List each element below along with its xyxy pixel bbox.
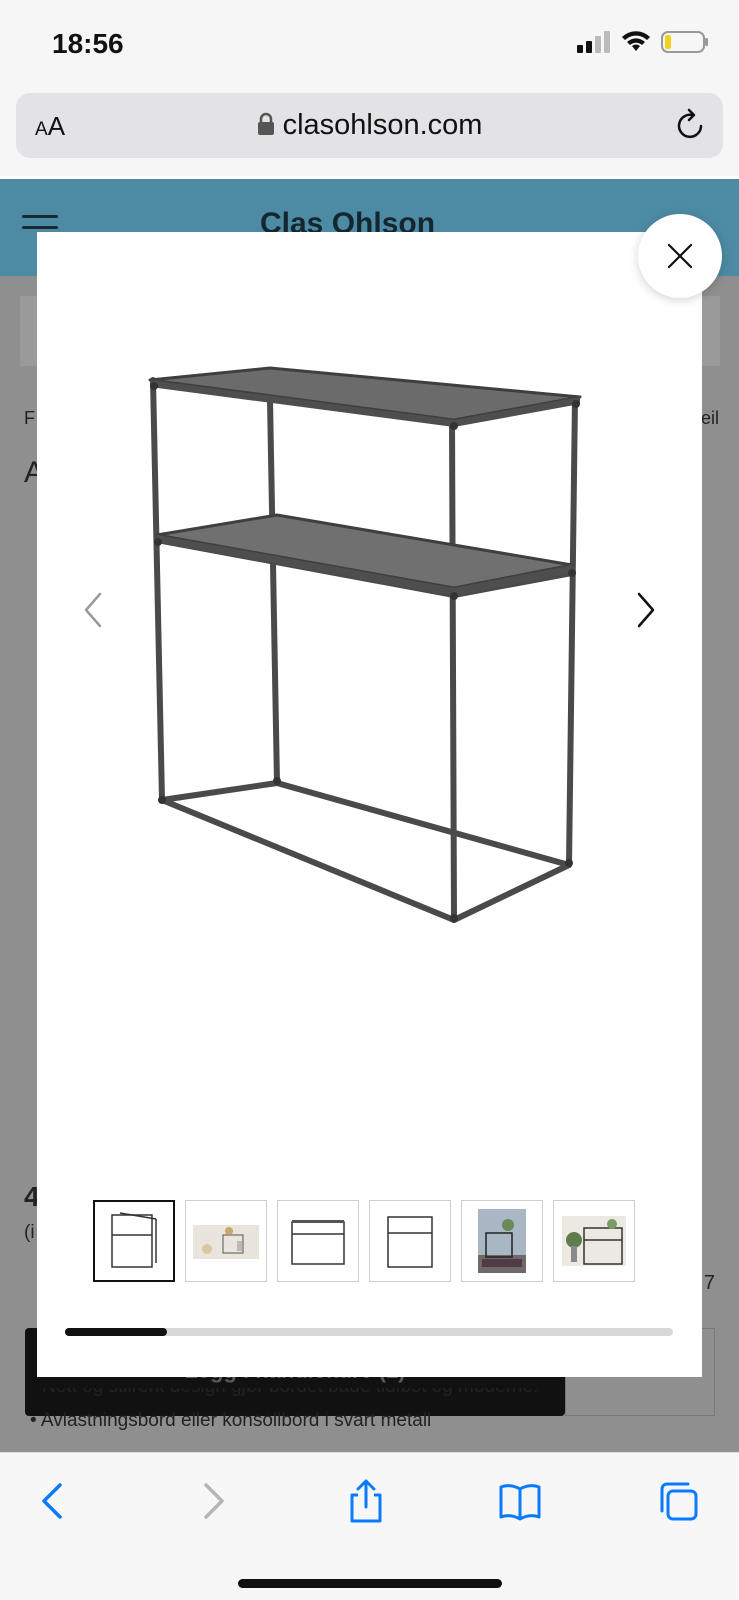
url-text: clasohlson.com <box>282 109 483 141</box>
image-gallery-modal <box>37 232 702 1377</box>
status-time: 18:56 <box>52 28 124 59</box>
thumbnail-image <box>478 1209 526 1273</box>
thumbnail-6[interactable] <box>553 1200 635 1282</box>
product-image-console-table <box>148 366 582 923</box>
reload-icon[interactable] <box>675 107 707 141</box>
thumbnail-image <box>111 1212 157 1268</box>
gallery-scrollbar[interactable] <box>65 1328 673 1336</box>
thumbnail-5[interactable] <box>461 1200 543 1282</box>
chevron-left-icon[interactable] <box>78 590 108 630</box>
thumbnail-4[interactable] <box>369 1200 451 1282</box>
thumbnail-strip <box>93 1200 635 1282</box>
lock-icon <box>257 112 274 135</box>
thumbnail-1[interactable] <box>93 1200 175 1282</box>
battery-icon <box>661 31 708 53</box>
close-button[interactable] <box>638 214 722 298</box>
status-icons <box>577 30 709 54</box>
address-bar[interactable]: AA clasohlson.com <box>16 93 723 158</box>
thumbnail-3[interactable] <box>277 1200 359 1282</box>
breadcrumb: F <box>24 408 35 428</box>
url-display[interactable]: clasohlson.com <box>16 109 723 142</box>
back-icon[interactable] <box>32 1479 76 1523</box>
tabs-icon[interactable] <box>656 1479 700 1523</box>
close-icon <box>667 243 693 269</box>
feature-bullet: • Avlastningsbord eller konsollbord i sv… <box>30 1410 432 1431</box>
share-icon[interactable] <box>344 1479 388 1523</box>
thumbnail-image <box>387 1216 433 1268</box>
wifi-icon <box>622 31 650 51</box>
forward-icon[interactable] <box>190 1479 234 1523</box>
price-note: (i <box>24 1222 35 1243</box>
thumbnail-2[interactable] <box>185 1200 267 1282</box>
gallery-scrollbar-thumb[interactable] <box>65 1328 167 1336</box>
thumbnail-image <box>562 1216 626 1266</box>
bookmarks-icon[interactable] <box>498 1479 542 1523</box>
status-bar: 18:56 <box>0 0 739 90</box>
bullet-text: Avlastningsbord eller konsollbord i svar… <box>40 1410 432 1431</box>
signal-icon <box>577 31 610 53</box>
thumbnail-image <box>193 1225 259 1259</box>
browser-toolbar <box>0 1452 739 1600</box>
home-indicator <box>238 1579 502 1588</box>
rating-count: 7 <box>703 1272 715 1294</box>
thumbnail-image <box>291 1220 345 1265</box>
browser-chrome: AA clasohlson.com <box>0 90 739 176</box>
